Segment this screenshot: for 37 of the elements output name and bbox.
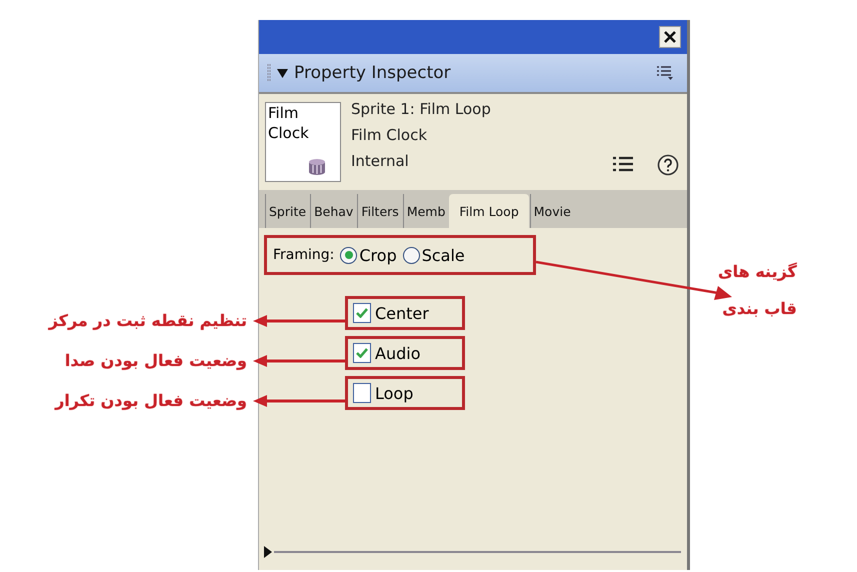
annotation-text: قاب بندی bbox=[722, 299, 797, 318]
annotation-text: تنظیم نقطه ثبت در مرکز bbox=[48, 311, 247, 330]
grip-icon[interactable] bbox=[267, 64, 271, 82]
sprite-info-text: Film Clock bbox=[351, 125, 428, 146]
radio-label: Crop bbox=[359, 246, 397, 264]
checkbox-label: Center bbox=[375, 304, 429, 322]
thumbnail-label: Film bbox=[268, 103, 300, 123]
list-icon[interactable] bbox=[613, 156, 633, 172]
check-icon bbox=[356, 348, 368, 358]
collapse-triangle-icon[interactable] bbox=[277, 68, 288, 78]
help-icon[interactable] bbox=[657, 154, 679, 176]
annotation-text: وضعیت فعال بودن صدا bbox=[64, 351, 247, 370]
radio-button[interactable] bbox=[340, 246, 358, 264]
annotation-text: گزینه های bbox=[718, 262, 797, 281]
sprite-info-text: Internal bbox=[351, 151, 410, 172]
timeline-track[interactable] bbox=[264, 544, 681, 560]
check-icon bbox=[356, 308, 368, 318]
tab[interactable]: Film Loop bbox=[449, 194, 529, 228]
checkbox[interactable] bbox=[353, 383, 371, 403]
close-icon bbox=[664, 31, 676, 43]
options-menu-icon[interactable] bbox=[657, 66, 673, 80]
radio-button[interactable] bbox=[402, 246, 420, 264]
radio-option[interactable]: Crop bbox=[340, 246, 397, 264]
radio-option[interactable]: Scale bbox=[402, 246, 465, 264]
panel-title: Property Inspector bbox=[294, 63, 452, 83]
play-head-icon[interactable] bbox=[264, 546, 272, 558]
framing-label: Framing: bbox=[273, 247, 334, 263]
thumbnail-label: Clock bbox=[268, 123, 310, 143]
cast-member-icon bbox=[308, 159, 326, 175]
checkbox-label: Loop bbox=[375, 384, 414, 402]
annotation-text: وضعیت فعال بودن تکرار bbox=[55, 391, 247, 410]
checkbox[interactable] bbox=[353, 303, 371, 323]
radio-label: Scale bbox=[422, 246, 465, 264]
sprite-info-text: Sprite 1: Film Loop bbox=[351, 99, 492, 120]
checkbox-label: Audio bbox=[375, 344, 420, 362]
close-button[interactable] bbox=[659, 26, 681, 48]
checkbox[interactable] bbox=[353, 343, 371, 363]
